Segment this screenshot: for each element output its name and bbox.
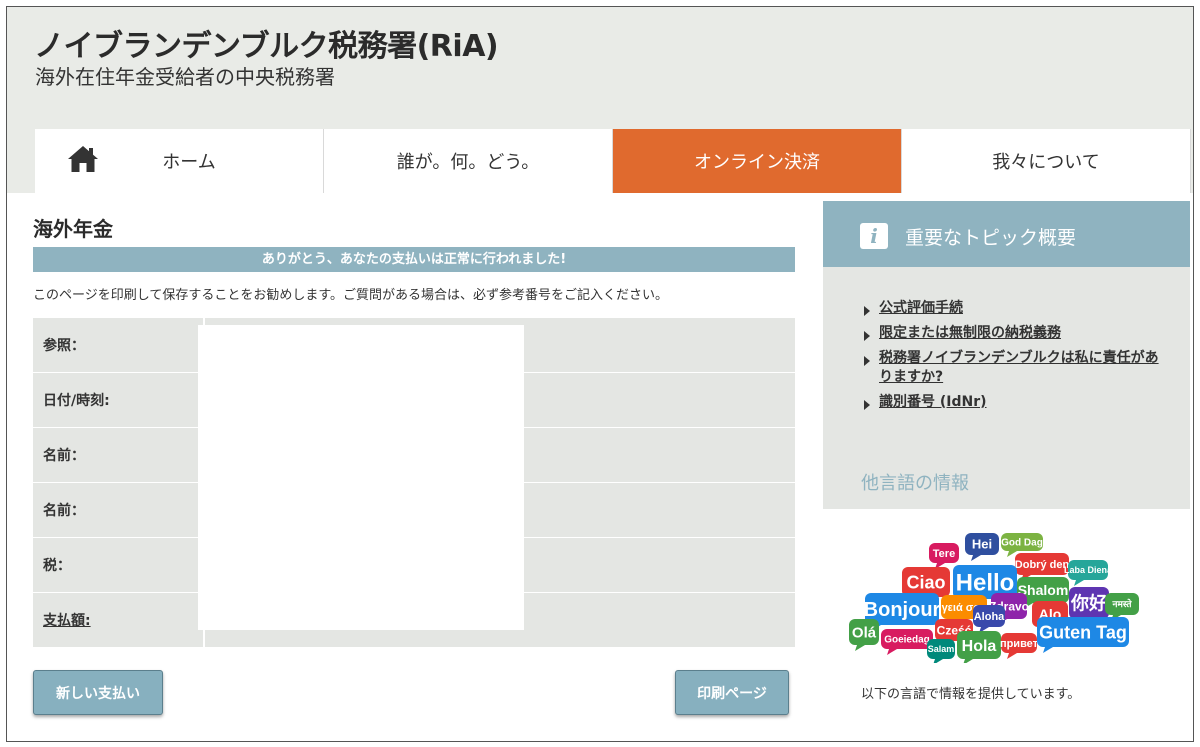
- topics-panel-header: i 重要なトピック概要: [823, 201, 1190, 267]
- speech-bubble: Laba Diena: [1064, 560, 1113, 586]
- site-title[interactable]: ノイブランデンブルク税務署(RiA): [34, 21, 499, 65]
- greeting-word: привет: [1000, 638, 1039, 650]
- greeting-word: Ciao: [906, 572, 945, 592]
- greeting-word: Olá: [852, 624, 877, 641]
- speech-bubble: Dobrý den: [1015, 553, 1070, 581]
- info-icon: i: [860, 223, 888, 249]
- amount-label-link[interactable]: 支払額:: [33, 593, 203, 647]
- greeting-word: Hello: [956, 570, 1015, 597]
- greeting-word: 你好: [1070, 592, 1107, 613]
- languages-image[interactable]: Hei God Dag Tere Dobrý den Ciao Hello Laba Die…: [825, 515, 1157, 663]
- print-notice: このページを印刷して保存することをお勧めします。ご質問がある場合は、必ず参考番号…: [33, 288, 669, 303]
- greeting-word: Laba Diena: [1064, 565, 1113, 575]
- nav-item-label: ホーム: [162, 152, 216, 173]
- nav-item-label: オンライン決済: [694, 152, 820, 173]
- home-icon: [68, 146, 98, 172]
- site-header: ノイブランデンブルク税務署(RiA) 海外在住年金受給者の中央税務署 ホーム 誰…: [7, 7, 1193, 193]
- row-label: 参照：: [33, 318, 203, 372]
- page-frame: ノイブランデンブルク税務署(RiA) 海外在住年金受給者の中央税務署 ホーム 誰…: [6, 6, 1194, 742]
- greeting-word: Goeiedag: [884, 635, 930, 646]
- nav-item-about-us[interactable]: 我々について: [902, 129, 1191, 193]
- nav-item-label: 我々について: [992, 152, 1100, 173]
- topic-link-responsibility[interactable]: 税務署ノイブランデンブルクは私に責任がありますか?: [863, 349, 1160, 387]
- other-languages-heading: 他言語の情報: [861, 473, 969, 494]
- topic-list: 公式評価手続 限定または無制限の納税義務 税務署ノイブランデンブルクは私に責任が…: [823, 267, 1190, 412]
- greeting-word: God Dag: [1001, 538, 1043, 549]
- topics-panel-title: 重要なトピック概要: [905, 227, 1077, 249]
- speech-bubbles-graphic: Hei God Dag Tere Dobrý den Ciao Hello Laba Die…: [849, 533, 1139, 663]
- speech-bubble: Goeiedag: [881, 629, 933, 655]
- greeting-word: Dobrý den: [1015, 559, 1070, 571]
- speech-bubble: Hei: [965, 533, 999, 561]
- success-banner: ありがとう、あなたの支払いは正常に行われました!: [33, 247, 795, 272]
- row-label: 日付/時刻:: [33, 373, 203, 427]
- page-title: 海外年金: [33, 217, 113, 241]
- main-content: 海外年金 ありがとう、あなたの支払いは正常に行われました! このページを印刷して…: [33, 213, 795, 647]
- topic-link-idnr[interactable]: 識別番号 (IdNr): [863, 393, 1160, 412]
- speech-bubble: Salam: [927, 639, 955, 663]
- nav-item-online-payment[interactable]: オンライン決済: [613, 129, 902, 193]
- nav-item-label: 誰が。何。どう。: [396, 152, 540, 173]
- main-nav: ホーム 誰が。何。どう。 オンライン決済 我々について: [35, 129, 1191, 193]
- languages-caption: 以下の言語で情報を提供しています。: [861, 687, 1081, 702]
- greeting-word: नमस्ते: [1111, 598, 1132, 609]
- speech-bubble: Tere: [929, 543, 959, 569]
- speech-bubble: Guten Tag: [1037, 617, 1129, 653]
- row-label: 名前：: [33, 428, 203, 482]
- print-page-button[interactable]: 印刷ページ: [675, 670, 789, 715]
- speech-bubble: привет: [1000, 633, 1039, 659]
- topic-link-assessment[interactable]: 公式評価手続: [863, 299, 1160, 318]
- nav-item-who-what-how[interactable]: 誰が。何。どう。: [324, 129, 613, 193]
- greeting-word: Bonjour: [864, 599, 941, 621]
- row-label: 名前：: [33, 483, 203, 537]
- greeting-word: Hei: [972, 537, 992, 552]
- greeting-word: Tere: [933, 548, 955, 560]
- greeting-word: Aloha: [974, 611, 1005, 623]
- site-subtitle: 海外在住年金受給者の中央税務署: [35, 65, 335, 89]
- sidebar: i 重要なトピック概要 公式評価手続 限定または無制限の納税義務 税務署ノイブラ…: [823, 201, 1190, 702]
- greeting-word: Hola: [962, 638, 997, 655]
- speech-bubble: Hola: [957, 631, 1001, 663]
- speech-bubble: Olá: [849, 619, 879, 651]
- greeting-word: Salam: [928, 644, 955, 654]
- nav-item-home[interactable]: ホーム: [35, 129, 324, 193]
- topic-link-tax-liability[interactable]: 限定または無制限の納税義務: [863, 324, 1160, 343]
- new-payment-button[interactable]: 新しい支払い: [33, 670, 163, 715]
- redacted-area: [198, 325, 524, 630]
- topics-panel: i 重要なトピック概要 公式評価手続 限定または無制限の納税義務 税務署ノイブラ…: [823, 201, 1190, 509]
- speech-bubble: नमस्ते: [1105, 593, 1139, 621]
- greeting-word: Guten Tag: [1039, 622, 1127, 642]
- row-label: 税：: [33, 538, 203, 592]
- speech-bubble: Aloha: [973, 605, 1005, 633]
